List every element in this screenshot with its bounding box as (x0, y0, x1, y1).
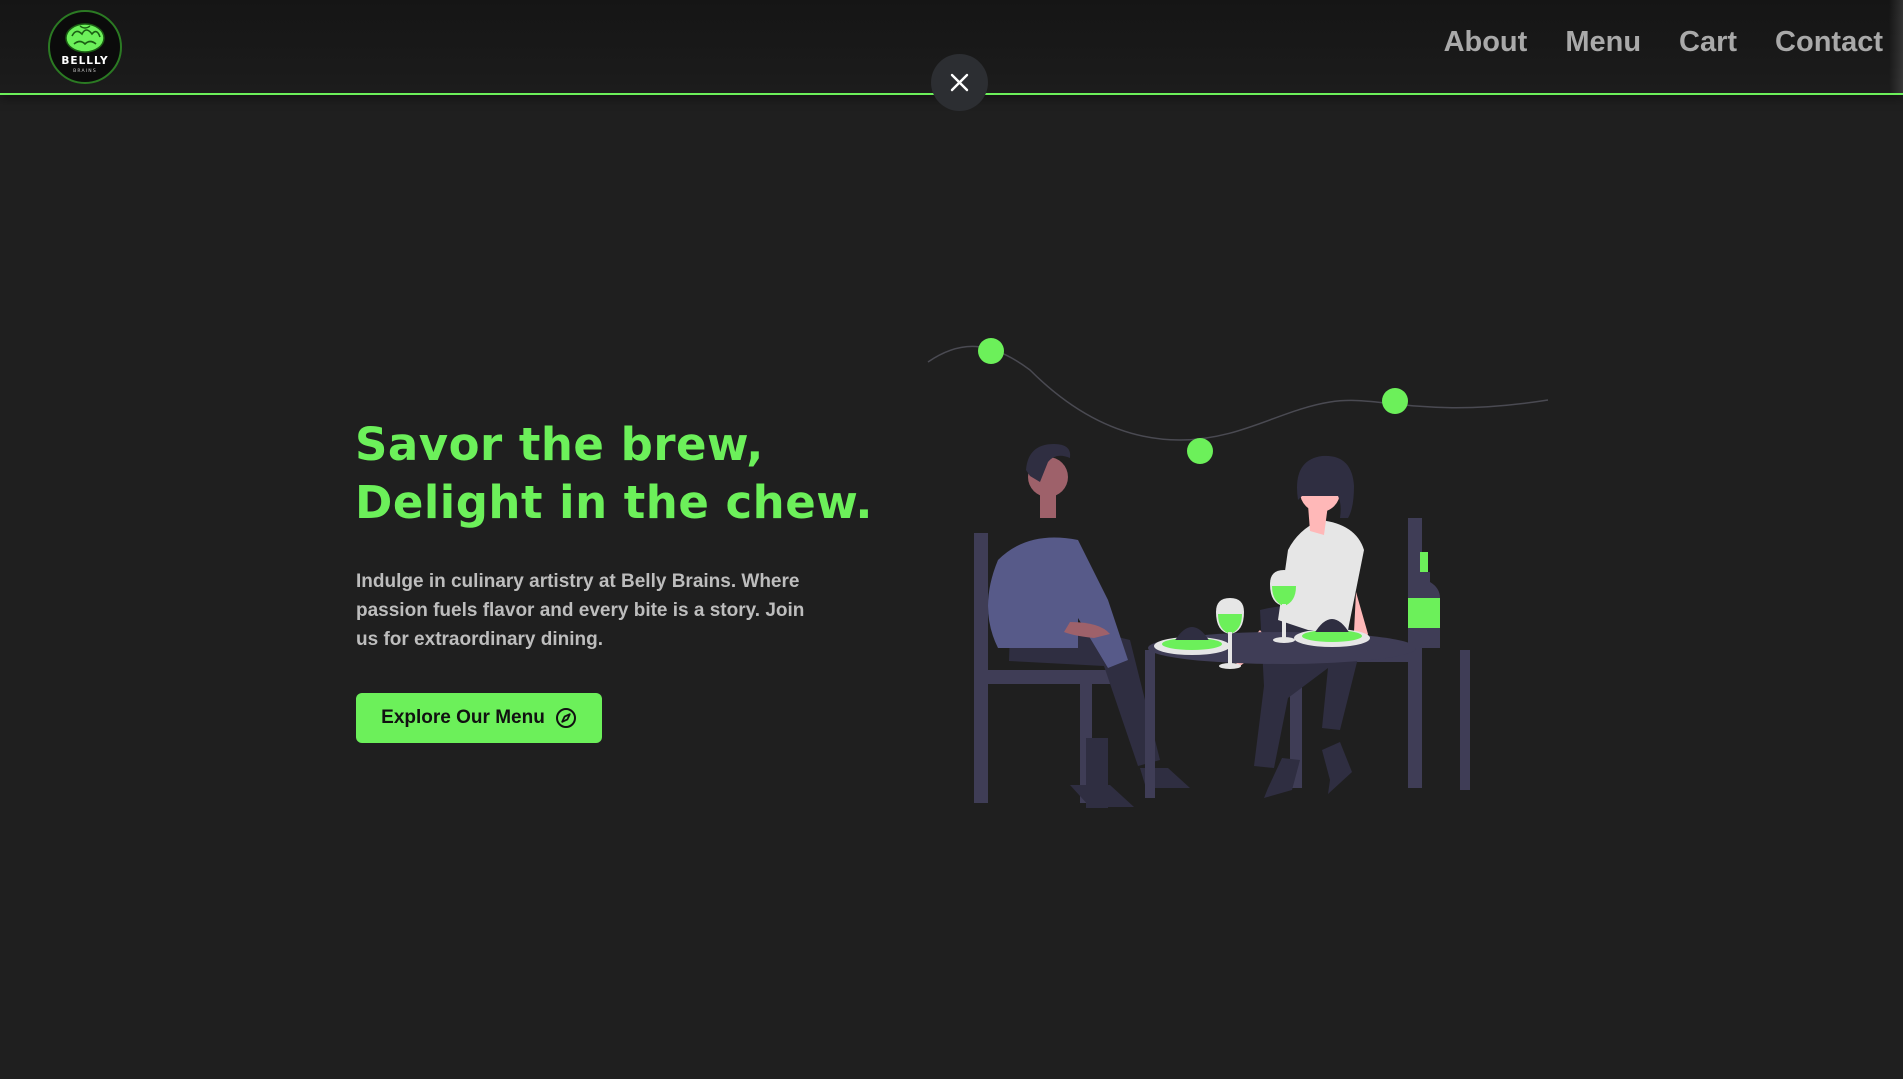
nav-about[interactable]: About (1444, 26, 1528, 59)
hero-title: Savor the brew, Delight in the chew. (355, 416, 873, 532)
light-bulb (1187, 438, 1213, 464)
dining-couple-illustration (927, 338, 1549, 808)
brand-name: BELLLY (61, 55, 109, 67)
page: BELLLY BRAINS About Menu Cart Contact Sa… (0, 0, 1903, 1079)
compass-icon (555, 707, 577, 729)
hero-title-line1: Savor the brew, (355, 418, 764, 471)
hero-title-line2: Delight in the chew. (355, 476, 874, 529)
nav-cart[interactable]: Cart (1679, 26, 1737, 59)
man-figure (988, 444, 1190, 808)
explore-menu-button[interactable]: Explore Our Menu (356, 693, 602, 743)
brand-subtext: BRAINS (73, 69, 97, 74)
string-lights-wire (927, 345, 1549, 441)
close-icon (950, 73, 969, 92)
plate-left (1154, 627, 1230, 655)
light-bulb (1382, 388, 1408, 414)
close-button[interactable] (931, 54, 988, 111)
hero-description: Indulge in culinary artistry at Belly Br… (356, 571, 805, 650)
nav-menu[interactable]: Menu (1565, 26, 1641, 59)
brand-logo[interactable]: BELLLY BRAINS (48, 10, 122, 84)
nav-contact[interactable]: Contact (1775, 26, 1883, 59)
light-bulb (978, 338, 1004, 364)
explore-menu-label: Explore Our Menu (381, 707, 545, 728)
main-nav: About Menu Cart Contact (1444, 26, 1883, 59)
scroll-edge (1889, 0, 1903, 93)
